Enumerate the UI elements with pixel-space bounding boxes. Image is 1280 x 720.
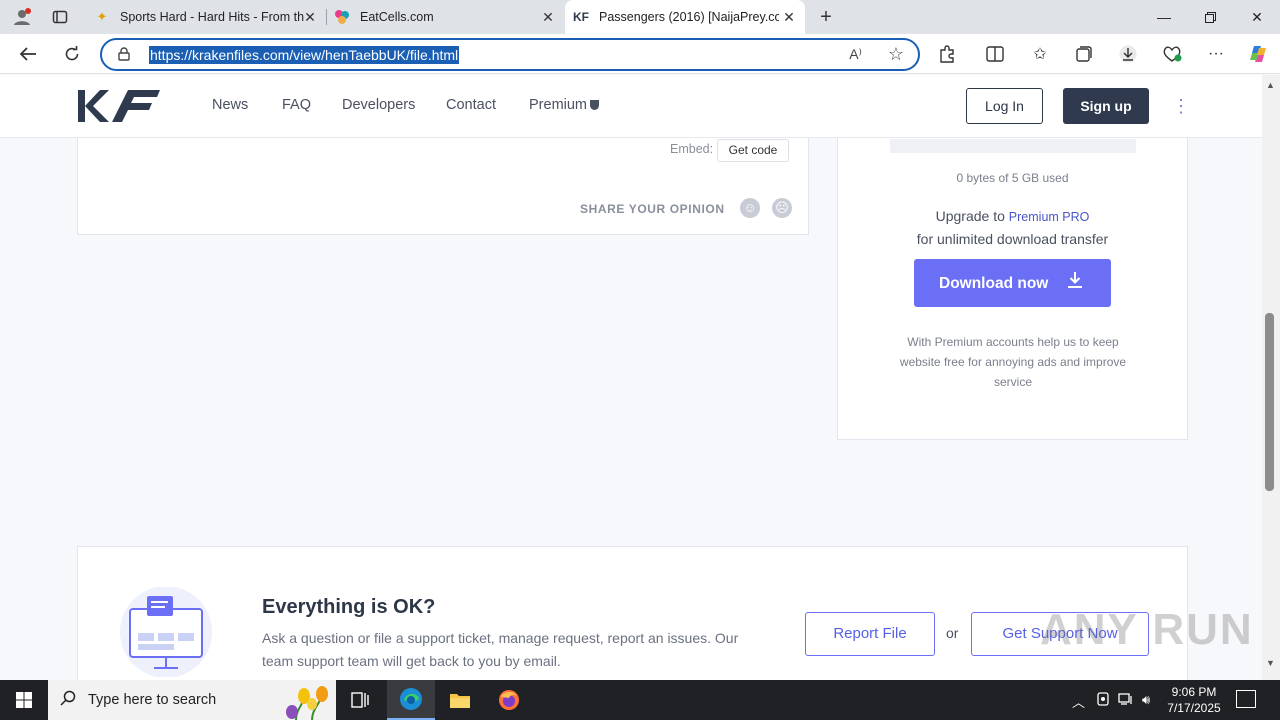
signup-button[interactable]: Sign up (1063, 88, 1149, 124)
premium-pro-link[interactable]: Premium PRO (1009, 210, 1090, 224)
site-header: News FAQ Developers Contact Premium Log … (0, 75, 1262, 138)
web-page: Embed: Get code SHARE YOUR OPINION ☺ ☹ 0… (0, 75, 1262, 680)
close-tab-icon[interactable]: ✕ (781, 9, 797, 25)
nav-contact[interactable]: Contact (446, 97, 496, 113)
nav-faq[interactable]: FAQ (282, 97, 311, 113)
favorites-icon[interactable]: ✩ (1028, 42, 1052, 66)
url-text[interactable]: https://krakenfiles.com/view/henTaebbUK/… (149, 46, 460, 64)
address-bar[interactable]: https://krakenfiles.com/view/henTaebbUK/… (100, 38, 920, 71)
flowers-decoration-icon (286, 686, 328, 720)
task-view-icon[interactable] (336, 680, 384, 720)
premium-shield-icon (590, 100, 600, 110)
support-card: Everything is OK? Ask a question or file… (77, 546, 1188, 680)
kebab-menu-icon[interactable]: ⋮ (1172, 95, 1190, 117)
downloads-icon[interactable] (1116, 42, 1140, 66)
system-clock[interactable]: 9:06 PM 7/17/2025 (1166, 684, 1222, 716)
search-icon (60, 690, 76, 711)
close-tab-icon[interactable]: ✕ (540, 9, 556, 25)
download-now-label: Download now (939, 275, 1049, 292)
premium-card: 0 bytes of 5 GB used Upgrade to Premium … (837, 115, 1188, 440)
share-opinion-label: SHARE YOUR OPINION (580, 202, 725, 216)
support-title: Everything is OK? (262, 596, 436, 618)
storage-usage-text: 0 bytes of 5 GB used (956, 171, 1069, 185)
browser-tab-strip: ✦ Sports Hard - Hard Hits - From th ✕ Ea… (0, 0, 1280, 34)
upgrade-prefix: Upgrade to (935, 208, 1005, 224)
tab-eatcells[interactable]: EatCells.com ✕ (326, 0, 564, 34)
windows-start-icon[interactable] (0, 680, 48, 720)
page-scrollbar[interactable]: ▲ ▼ (1262, 75, 1280, 680)
lock-icon[interactable] (118, 47, 130, 64)
read-aloud-icon[interactable]: A⁾ (849, 46, 862, 63)
tray-device-icon[interactable] (1096, 692, 1110, 709)
scroll-up-icon[interactable]: ▲ (1266, 80, 1275, 90)
star-icon: ✦ (96, 9, 108, 24)
tab-passengers[interactable]: KF Passengers (2016) [NaijaPrey.com ✕ (565, 0, 805, 34)
search-placeholder: Type here to search (88, 692, 217, 708)
restore-icon[interactable] (1187, 0, 1233, 34)
close-window-icon[interactable]: ✕ (1234, 0, 1280, 34)
kf-icon: KF (573, 10, 589, 24)
premium-note: With Premium accounts help us to keep we… (899, 335, 1127, 389)
refresh-icon[interactable] (60, 42, 84, 66)
minimize-icon[interactable]: — (1141, 0, 1187, 34)
clock-time: 9:06 PM (1171, 685, 1217, 699)
more-menu-icon[interactable]: ··· (1204, 42, 1228, 66)
or-separator: or (946, 625, 959, 641)
profile-icon[interactable] (10, 5, 34, 29)
firefox-icon[interactable] (485, 680, 533, 720)
support-monitor-icon (120, 587, 212, 677)
report-file-button[interactable]: Report File (805, 612, 935, 656)
notification-icon[interactable] (1236, 690, 1256, 708)
tray-chevron-icon[interactable]: ︿ (1072, 692, 1085, 711)
volume-icon[interactable]: 🔊︎ (1142, 692, 1150, 708)
login-button[interactable]: Log In (966, 88, 1043, 124)
upgrade-suffix: for unlimited download transfer (916, 231, 1109, 247)
scroll-down-icon[interactable]: ▼ (1266, 658, 1275, 668)
tab-sports-hard[interactable]: ✦ Sports Hard - Hard Hits - From th ✕ (86, 0, 326, 34)
colorful-icon (334, 9, 350, 25)
tab-actions-icon[interactable] (48, 5, 72, 29)
upgrade-line: Upgrade to Premium PRO (838, 208, 1187, 224)
get-code-button[interactable]: Get code (717, 139, 789, 162)
support-text: Ask a question or file a support ticket,… (262, 630, 739, 669)
close-tab-icon[interactable]: ✕ (302, 9, 318, 25)
storage-usage-bar (890, 139, 1136, 153)
edge-taskbar-icon[interactable] (387, 680, 435, 720)
sad-face-icon[interactable]: ☹ (772, 198, 792, 218)
new-tab-button[interactable]: + (814, 5, 838, 29)
nav-premium-label: Premium (529, 97, 588, 113)
download-icon (1068, 272, 1082, 288)
anyrun-watermark: ANY RUN (1040, 605, 1254, 654)
clock-date: 7/17/2025 (1167, 701, 1221, 715)
krakenfiles-logo[interactable] (78, 88, 162, 124)
nav-developers[interactable]: Developers (342, 97, 415, 113)
nav-premium[interactable]: Premium (529, 97, 600, 113)
tab-title: Sports Hard - Hard Hits - From th (120, 10, 305, 24)
split-screen-icon[interactable] (983, 42, 1007, 66)
nav-news[interactable]: News (212, 97, 248, 113)
network-icon[interactable] (1118, 692, 1134, 709)
browser-toolbar: https://krakenfiles.com/view/henTaebbUK/… (0, 34, 1280, 74)
tab-title: EatCells.com (360, 10, 434, 24)
back-icon[interactable] (16, 42, 40, 66)
collections-icon[interactable] (1072, 42, 1096, 66)
embed-label: Embed: (670, 142, 714, 156)
download-now-button[interactable]: Download now (914, 259, 1111, 307)
file-explorer-icon[interactable] (436, 680, 484, 720)
tab-title: Passengers (2016) [NaijaPrey.com (599, 10, 779, 24)
smile-face-icon[interactable]: ☺ (740, 198, 760, 218)
taskbar-search[interactable]: Type here to search (48, 680, 336, 720)
windows-taskbar: Type here to search ︿ 🔊︎ 9:06 PM 7/17/20… (0, 680, 1280, 720)
extensions-icon[interactable] (935, 42, 959, 66)
copilot-icon[interactable] (1246, 42, 1270, 66)
scrollbar-thumb[interactable] (1265, 313, 1274, 491)
browser-essentials-icon[interactable] (1160, 42, 1184, 66)
favorite-star-icon[interactable]: ☆ (888, 44, 904, 65)
